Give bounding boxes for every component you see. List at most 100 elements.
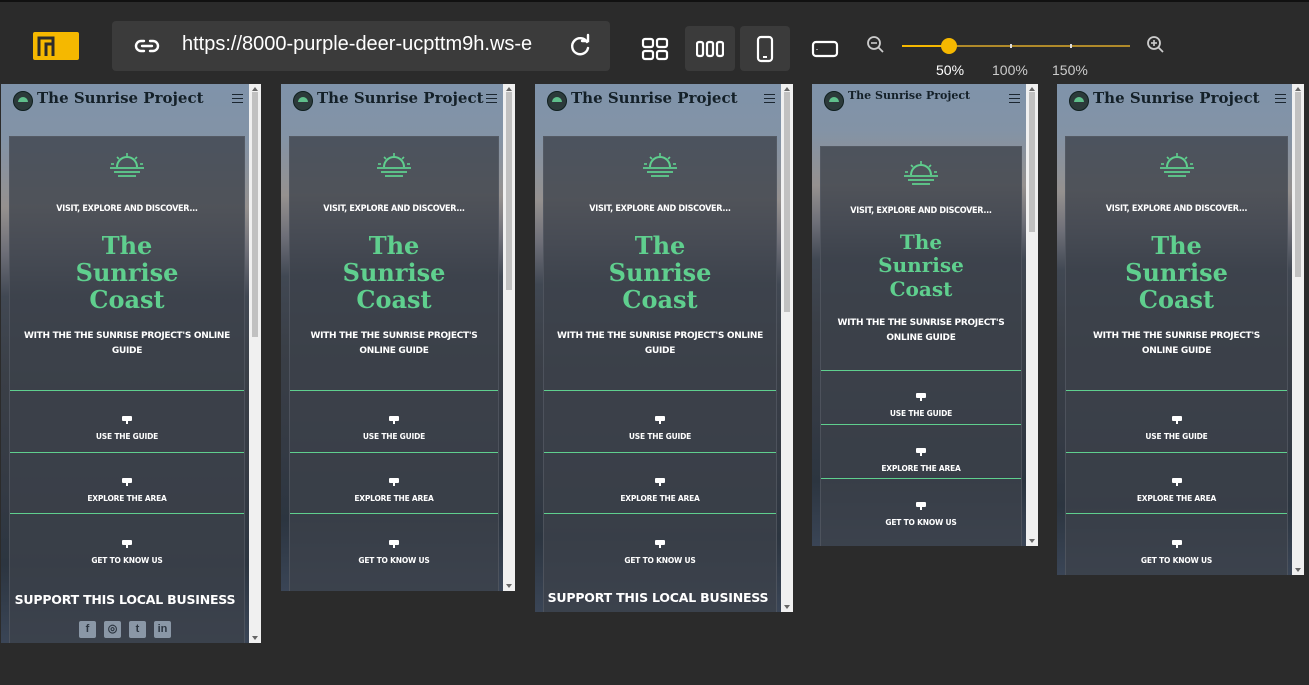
zoom-slider-handle[interactable]	[941, 38, 957, 54]
hero-tagline: VISIT, EXPLORE AND DISCOVER...	[850, 206, 992, 216]
hero-title-line: The	[101, 231, 153, 260]
scroll-up-arrow-icon[interactable]	[784, 87, 790, 91]
signpost-icon	[915, 386, 927, 401]
scroll-down-arrow-icon[interactable]	[506, 584, 512, 588]
hamburger-menu-icon[interactable]	[232, 94, 243, 106]
hero-title-line: Coast	[89, 285, 165, 314]
device-frame: The Sunrise Project VISIT, EXPLORE AND DI…	[535, 84, 793, 612]
section-divider	[10, 513, 244, 514]
sunrise-icon	[1159, 153, 1194, 177]
scroll-up-arrow-icon[interactable]	[1295, 87, 1301, 91]
frame-scrollbar[interactable]	[1026, 84, 1038, 546]
app-logo-icon	[33, 32, 79, 60]
linkedin-icon[interactable]: in	[154, 621, 171, 638]
columns-view-button[interactable]	[685, 26, 735, 71]
brand-logo-icon[interactable]	[1069, 91, 1089, 111]
site-brand[interactable]: The Sunrise Project	[37, 89, 204, 107]
hero-link-3[interactable]: GET TO KNOW US	[544, 533, 776, 567]
scrollbar-thumb[interactable]	[1295, 92, 1301, 277]
columns-view-icon	[696, 40, 724, 57]
frame-scrollbar[interactable]	[249, 84, 261, 643]
hero-link-2[interactable]: EXPLORE THE AREA	[10, 471, 244, 505]
hero-title-line: The	[634, 231, 686, 260]
hero-link-1[interactable]: USE THE GUIDE	[821, 386, 1021, 420]
zoom-out-icon[interactable]	[866, 35, 886, 55]
hero-link-2[interactable]: EXPLORE THE AREA	[1066, 471, 1287, 505]
hero-link-3[interactable]: GET TO KNOW US	[821, 495, 1021, 529]
map-icon	[388, 471, 400, 486]
zoom-option-100[interactable]: 100%	[992, 62, 1028, 78]
scrollbar-thumb[interactable]	[506, 92, 512, 290]
facebook-icon[interactable]: f	[79, 621, 96, 638]
scroll-down-arrow-icon[interactable]	[1295, 568, 1301, 572]
zoom-option-50[interactable]: 50%	[936, 62, 964, 78]
hero-title-line: Sunrise	[608, 258, 712, 287]
hero-link-1[interactable]: USE THE GUIDE	[290, 409, 498, 443]
hero-link-label: GET TO KNOW US	[624, 556, 696, 565]
scrollbar-thumb[interactable]	[252, 92, 258, 337]
hamburger-menu-icon[interactable]	[1009, 94, 1020, 106]
frame-scrollbar[interactable]	[503, 84, 515, 591]
sunrise-icon	[377, 153, 411, 177]
scrollbar-thumb[interactable]	[1029, 92, 1035, 232]
scroll-down-arrow-icon[interactable]	[784, 605, 790, 609]
url-bar[interactable]: https://8000-purple-deer-ucpttm9h.ws-e	[112, 21, 610, 71]
hamburger-menu-icon[interactable]	[486, 94, 497, 106]
scrollbar-thumb[interactable]	[784, 92, 790, 312]
site-brand[interactable]: The Sunrise Project	[571, 89, 738, 107]
hero-link-1[interactable]: USE THE GUIDE	[10, 409, 244, 443]
section-divider	[544, 452, 776, 453]
hero-link-1[interactable]: USE THE GUIDE	[1066, 409, 1287, 443]
hero-title-line: The	[1151, 231, 1202, 260]
hero-link-2[interactable]: EXPLORE THE AREA	[544, 471, 776, 505]
hero-link-2[interactable]: EXPLORE THE AREA	[290, 471, 498, 505]
hero-link-1[interactable]: USE THE GUIDE	[544, 409, 776, 443]
hero-subtitle: WITH THE THE SUNRISE PROJECT'S ONLINE GU…	[24, 331, 230, 356]
hero-link-3[interactable]: GET TO KNOW US	[290, 533, 498, 567]
hamburger-menu-icon[interactable]	[1275, 94, 1286, 106]
hero-subtitle: WITH THE THE SUNRISE PROJECT'S ONLINE GU…	[1092, 331, 1260, 356]
sunrise-icon	[110, 153, 144, 177]
hero-tagline: VISIT, EXPLORE AND DISCOVER...	[1105, 204, 1248, 214]
hero-link-3[interactable]: GET TO KNOW US	[1066, 533, 1287, 567]
tablet-landscape-icon	[811, 40, 839, 57]
map-icon	[654, 471, 666, 486]
brand-logo-icon[interactable]	[824, 91, 844, 111]
support-heading: SUPPORT THIS LOCAL BUSINESS	[547, 590, 769, 605]
scroll-up-arrow-icon[interactable]	[506, 87, 512, 91]
grid-view-button[interactable]	[630, 26, 680, 71]
frame-scrollbar[interactable]	[781, 84, 793, 612]
site-brand[interactable]: The Sunrise Project	[848, 89, 970, 102]
grid-view-icon	[641, 37, 669, 60]
site-brand[interactable]: The Sunrise Project	[317, 89, 484, 107]
twitter-icon[interactable]: t	[129, 621, 146, 638]
zoom-option-150[interactable]: 150%	[1052, 62, 1088, 78]
scroll-up-arrow-icon[interactable]	[252, 87, 258, 91]
hero-card: VISIT, EXPLORE AND DISCOVER... The Sunrise…	[820, 146, 1022, 546]
scroll-up-arrow-icon[interactable]	[1029, 87, 1035, 91]
section-divider	[821, 370, 1021, 371]
tablet-view-button[interactable]	[800, 26, 850, 71]
map-icon	[915, 441, 927, 456]
link-icon	[134, 39, 160, 53]
hero-link-3[interactable]: GET TO KNOW US	[10, 533, 244, 567]
site-brand[interactable]: The Sunrise Project	[1093, 89, 1260, 107]
zoom-in-icon[interactable]	[1146, 35, 1166, 55]
hero-title-line: Sunrise	[342, 258, 446, 287]
scroll-down-arrow-icon[interactable]	[1029, 539, 1035, 543]
brand-logo-icon[interactable]	[547, 91, 567, 111]
brand-logo-icon[interactable]	[293, 91, 313, 111]
phone-view-button[interactable]	[740, 26, 790, 71]
frame-scrollbar[interactable]	[1292, 84, 1304, 575]
scroll-down-arrow-icon[interactable]	[252, 636, 258, 640]
signpost-icon	[388, 409, 400, 424]
brand-logo-icon[interactable]	[13, 91, 33, 111]
hero-link-label: EXPLORE THE AREA	[354, 494, 434, 503]
zoom-tick	[1070, 44, 1072, 48]
hero-link-2[interactable]: EXPLORE THE AREA	[821, 441, 1021, 475]
instagram-icon[interactable]: ◎	[104, 621, 121, 638]
reload-icon[interactable]	[568, 33, 592, 59]
hero-link-label: EXPLORE THE AREA	[620, 494, 700, 503]
url-text[interactable]: https://8000-purple-deer-ucpttm9h.ws-e	[182, 33, 562, 56]
hamburger-menu-icon[interactable]	[764, 94, 775, 106]
